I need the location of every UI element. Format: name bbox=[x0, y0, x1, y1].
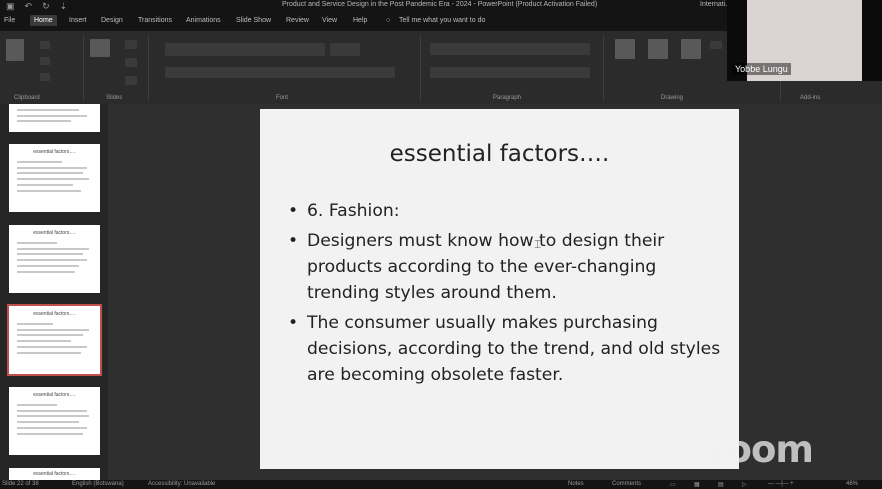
tab-home[interactable]: Home bbox=[30, 15, 57, 26]
copy-icon[interactable] bbox=[40, 57, 50, 65]
notes-button[interactable]: Notes bbox=[568, 481, 584, 487]
group-clipboard: Clipboard bbox=[14, 95, 40, 101]
format-painter-icon[interactable] bbox=[40, 73, 50, 81]
accessibility-status[interactable]: Accessibility: Unavailable bbox=[148, 481, 215, 487]
bullet-item[interactable]: • 6. Fashion: bbox=[288, 198, 728, 224]
tab-insert[interactable]: Insert bbox=[69, 17, 87, 24]
tab-help[interactable]: Help bbox=[353, 17, 367, 24]
paragraph-row-1[interactable] bbox=[430, 43, 590, 55]
save-icon[interactable]: ▣ bbox=[6, 1, 15, 12]
new-slide-icon[interactable] bbox=[90, 39, 110, 57]
slide-thumbnail[interactable]: essential factors…. bbox=[9, 144, 100, 212]
arrange-icon[interactable] bbox=[648, 39, 668, 59]
comments-button[interactable]: Comments bbox=[612, 481, 641, 487]
quick-access-toolbar: ▣ ↶ ↻ ⇣ bbox=[6, 1, 67, 12]
slide-thumbnails-pane[interactable]: essential factors…. essential factors…. … bbox=[0, 104, 108, 480]
shape-fill-icon[interactable] bbox=[710, 41, 722, 49]
quick-styles-icon[interactable] bbox=[681, 39, 701, 59]
group-paragraph: Paragraph bbox=[493, 95, 522, 101]
paragraph-row-2[interactable] bbox=[430, 67, 590, 78]
slide-thumbnail[interactable]: essential factors…. bbox=[9, 225, 100, 293]
tab-transitions[interactable]: Transitions bbox=[138, 17, 172, 24]
lightbulb-icon: ○ bbox=[386, 17, 391, 24]
undo-icon[interactable]: ↶ bbox=[25, 1, 33, 12]
slide-sorter-icon[interactable]: ▦ bbox=[694, 481, 700, 488]
tab-file[interactable]: File bbox=[4, 17, 15, 24]
group-drawing: Drawing bbox=[661, 95, 684, 101]
font-size-select[interactable] bbox=[330, 43, 360, 56]
slide-bullet-list[interactable]: • 6. Fashion: • Designers must know how to… bbox=[288, 198, 728, 392]
bullet-item[interactable]: • Designers must know how to design their… bbox=[288, 228, 728, 306]
zoom-logo: zoom bbox=[706, 428, 814, 471]
normal-view-icon[interactable]: ▭ bbox=[670, 481, 676, 488]
reset-icon[interactable] bbox=[125, 58, 137, 67]
zoom-slider[interactable]: — ─┼─ + bbox=[768, 481, 794, 487]
slideshow-icon[interactable]: ▷ bbox=[742, 481, 747, 488]
group-slides: Slides bbox=[106, 95, 123, 101]
slide-thumbnail[interactable]: essential factors…. bbox=[9, 468, 100, 480]
bullet-item[interactable]: • The consumer usually makes purchasing d… bbox=[288, 310, 728, 388]
tab-animations[interactable]: Animations bbox=[186, 17, 221, 24]
group-font: Font bbox=[276, 95, 289, 101]
bullet-icon: • bbox=[288, 231, 299, 251]
layout-icon[interactable] bbox=[125, 40, 137, 49]
tab-design[interactable]: Design bbox=[101, 17, 123, 24]
tab-review[interactable]: Review bbox=[286, 17, 309, 24]
group-add-ins: Add-ins bbox=[800, 95, 821, 101]
slide-count: Slide 22 of 38 bbox=[2, 481, 39, 487]
shapes-icon[interactable] bbox=[615, 39, 635, 59]
customize-icon[interactable]: ⇣ bbox=[60, 1, 68, 12]
slide-thumbnail-selected[interactable]: essential factors…. bbox=[7, 304, 102, 376]
participant-name: Yobbe Lungu bbox=[732, 63, 791, 75]
redo-icon[interactable]: ↻ bbox=[42, 1, 50, 12]
zoom-level[interactable]: 46% bbox=[846, 481, 858, 487]
text-cursor-icon: ⌶ bbox=[534, 237, 542, 251]
bullet-icon: • bbox=[288, 313, 299, 333]
cut-icon[interactable] bbox=[40, 41, 50, 49]
slide-thumbnail[interactable] bbox=[9, 104, 100, 132]
tab-view[interactable]: View bbox=[322, 17, 337, 24]
bullet-icon: • bbox=[288, 201, 299, 221]
tab-slide-show[interactable]: Slide Show bbox=[236, 17, 271, 24]
window-title: Product and Service Design in the Post P… bbox=[282, 1, 598, 8]
status-bar: Slide 22 of 38 English (Botswana) Access… bbox=[0, 480, 882, 489]
reading-view-icon[interactable]: ▤ bbox=[718, 481, 724, 488]
current-slide[interactable]: essential factors…. • 6. Fashion: • Design… bbox=[260, 109, 739, 469]
tell-me-search[interactable]: Tell me what you want to do bbox=[399, 17, 485, 24]
slide-thumbnail[interactable]: essential factors…. bbox=[9, 387, 100, 455]
language-status[interactable]: English (Botswana) bbox=[72, 481, 124, 487]
slide-title[interactable]: essential factors…. bbox=[260, 141, 739, 167]
font-family-select[interactable] bbox=[165, 43, 325, 56]
section-icon[interactable] bbox=[125, 76, 137, 85]
paste-icon[interactable] bbox=[6, 39, 24, 61]
font-format-row[interactable] bbox=[165, 67, 395, 78]
webcam-overlay: Yobbe Lungu bbox=[727, 0, 882, 81]
